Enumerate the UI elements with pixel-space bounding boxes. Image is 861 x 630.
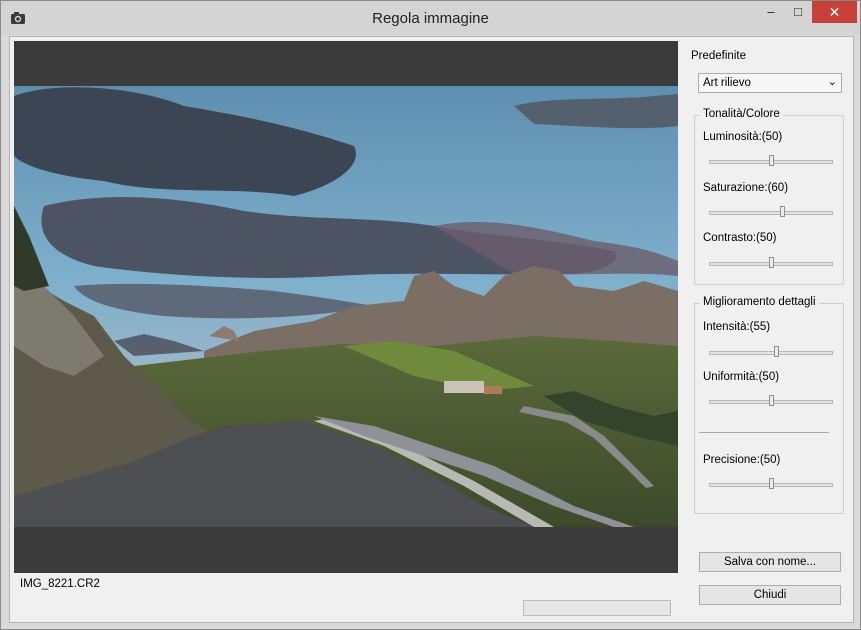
filename-label: IMG_8221.CR2 — [20, 578, 100, 590]
detail-enhancement-group: Miglioramento dettagli Intensità:(55) Un… — [694, 296, 844, 514]
close-button[interactable]: Chiudi — [699, 585, 841, 605]
preview-photo — [14, 86, 678, 527]
intensity-slider[interactable] — [709, 346, 833, 358]
window-title: Regola immagine — [372, 10, 489, 27]
minimize-button[interactable]: – — [757, 1, 785, 23]
detail-enhancement-group-title: Miglioramento dettagli — [700, 296, 819, 308]
precision-label: Precisione:(50) — [703, 454, 781, 466]
slider-thumb[interactable] — [774, 346, 779, 357]
presets-label: Predefinite — [691, 50, 746, 62]
title-bar[interactable]: Regola immagine – □ ✕ — [1, 1, 860, 35]
close-window-button[interactable]: ✕ — [812, 1, 857, 23]
brightness-slider[interactable] — [709, 155, 833, 167]
slider-thumb[interactable] — [769, 155, 774, 166]
saturation-label: Saturazione:(60) — [703, 182, 789, 194]
brightness-label: Luminosità:(50) — [703, 131, 783, 143]
chevron-down-icon: ⌄ — [827, 76, 837, 88]
uniformity-label: Uniformità:(50) — [703, 371, 780, 383]
contrast-label: Contrasto:(50) — [703, 232, 777, 244]
contrast-slider[interactable] — [709, 257, 833, 269]
tone-color-group: Tonalità/Colore Luminosità:(50) Saturazi… — [694, 108, 844, 285]
preset-dropdown-value: Art rilievo — [703, 77, 751, 89]
preset-dropdown[interactable]: Art rilievo ⌄ — [698, 73, 842, 93]
precision-slider[interactable] — [709, 478, 833, 490]
slider-thumb[interactable] — [769, 395, 774, 406]
slider-thumb[interactable] — [769, 478, 774, 489]
divider — [699, 432, 829, 433]
dialog-client: IMG_8221.CR2 Predefinite Art rilievo ⌄ T… — [9, 36, 854, 623]
uniformity-slider[interactable] — [709, 395, 833, 407]
window: Regola immagine – □ ✕ IMG_8221.CR2 Prede… — [0, 0, 861, 630]
tone-color-group-title: Tonalità/Colore — [700, 108, 783, 120]
slider-track — [709, 351, 833, 355]
slider-track — [709, 211, 833, 215]
saturation-slider[interactable] — [709, 206, 833, 218]
slider-thumb[interactable] — [780, 206, 785, 217]
progress-bar — [523, 600, 671, 616]
image-preview-panel — [14, 41, 678, 573]
maximize-button[interactable]: □ — [785, 1, 811, 23]
intensity-label: Intensità:(55) — [703, 321, 771, 333]
save-as-button[interactable]: Salva con nome... — [699, 552, 841, 572]
slider-thumb[interactable] — [769, 257, 774, 268]
